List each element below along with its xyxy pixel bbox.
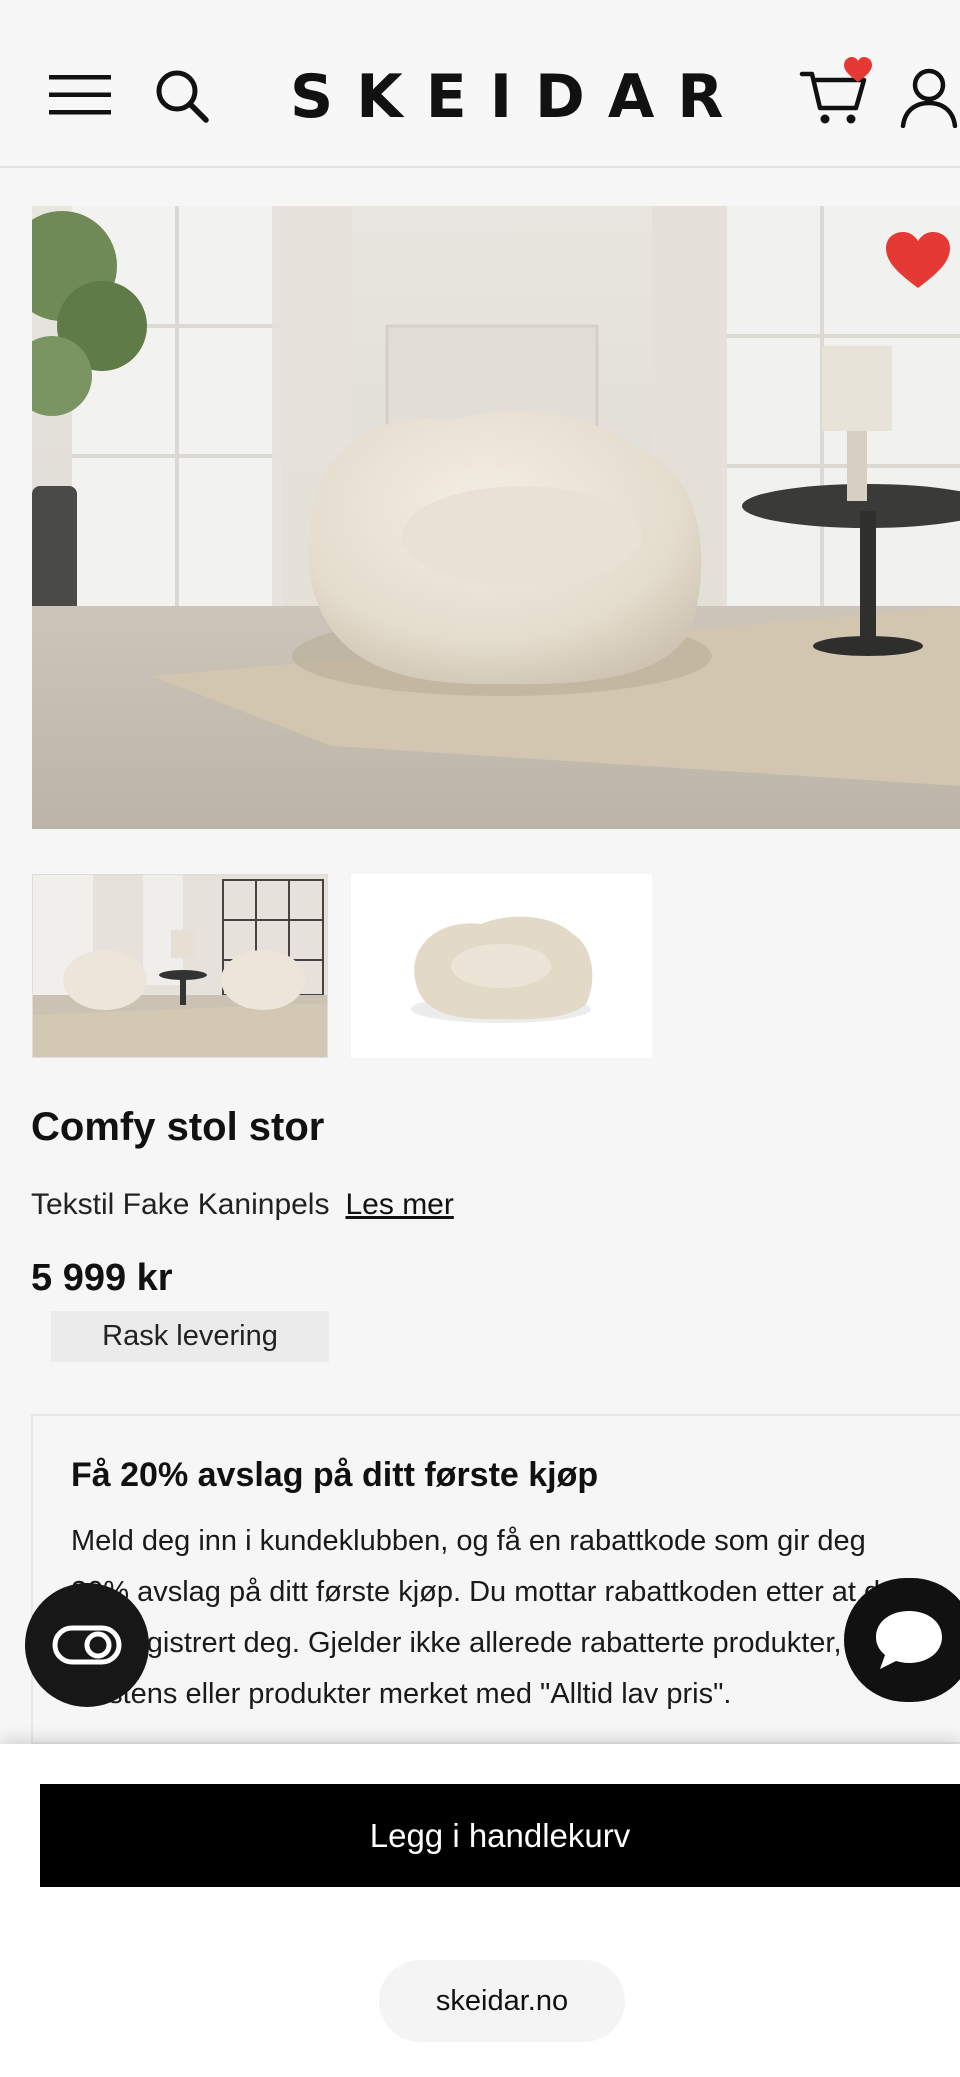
product-price: 5 999 kr bbox=[31, 1257, 173, 1299]
read-more-link[interactable]: Les mer bbox=[345, 1188, 453, 1221]
search-icon[interactable] bbox=[152, 66, 212, 126]
chat-button[interactable] bbox=[844, 1578, 960, 1702]
promo-title: Få 20% avslag på ditt første kjøp bbox=[71, 1456, 599, 1494]
site-header: SKEIDAR bbox=[0, 0, 960, 168]
bottom-action-bar: Legg i handlekurv skeidar.no bbox=[0, 1744, 960, 2077]
add-to-cart-button[interactable]: Legg i handlekurv bbox=[40, 1784, 960, 1887]
product-material: Tekstil Fake Kaninpels bbox=[31, 1188, 330, 1221]
product-title: Comfy stol stor bbox=[31, 1105, 325, 1149]
menu-icon[interactable] bbox=[48, 70, 112, 120]
site-logo[interactable]: SKEIDAR bbox=[290, 62, 723, 132]
chat-bubble-icon bbox=[876, 1611, 942, 1669]
promo-box: Få 20% avslag på ditt første kjøp Meld d… bbox=[31, 1414, 960, 1744]
favorite-heart-icon[interactable] bbox=[884, 230, 952, 292]
product-thumbnail-2[interactable] bbox=[351, 874, 652, 1058]
product-subtitle: Tekstil Fake Kaninpels Les mer bbox=[31, 1188, 454, 1222]
promo-body: Meld deg inn i kundeklubben, og få en ra… bbox=[71, 1525, 897, 1710]
toggle-icon bbox=[52, 1625, 122, 1665]
product-main-image[interactable] bbox=[32, 206, 960, 829]
product-thumbnail-1[interactable] bbox=[32, 874, 328, 1058]
delivery-badge: Rask levering bbox=[51, 1311, 329, 1362]
user-icon[interactable] bbox=[898, 66, 960, 128]
cart-icon[interactable] bbox=[798, 56, 876, 128]
accessibility-toggle-button[interactable] bbox=[25, 1583, 149, 1707]
url-bar[interactable]: skeidar.no bbox=[379, 1960, 625, 2042]
